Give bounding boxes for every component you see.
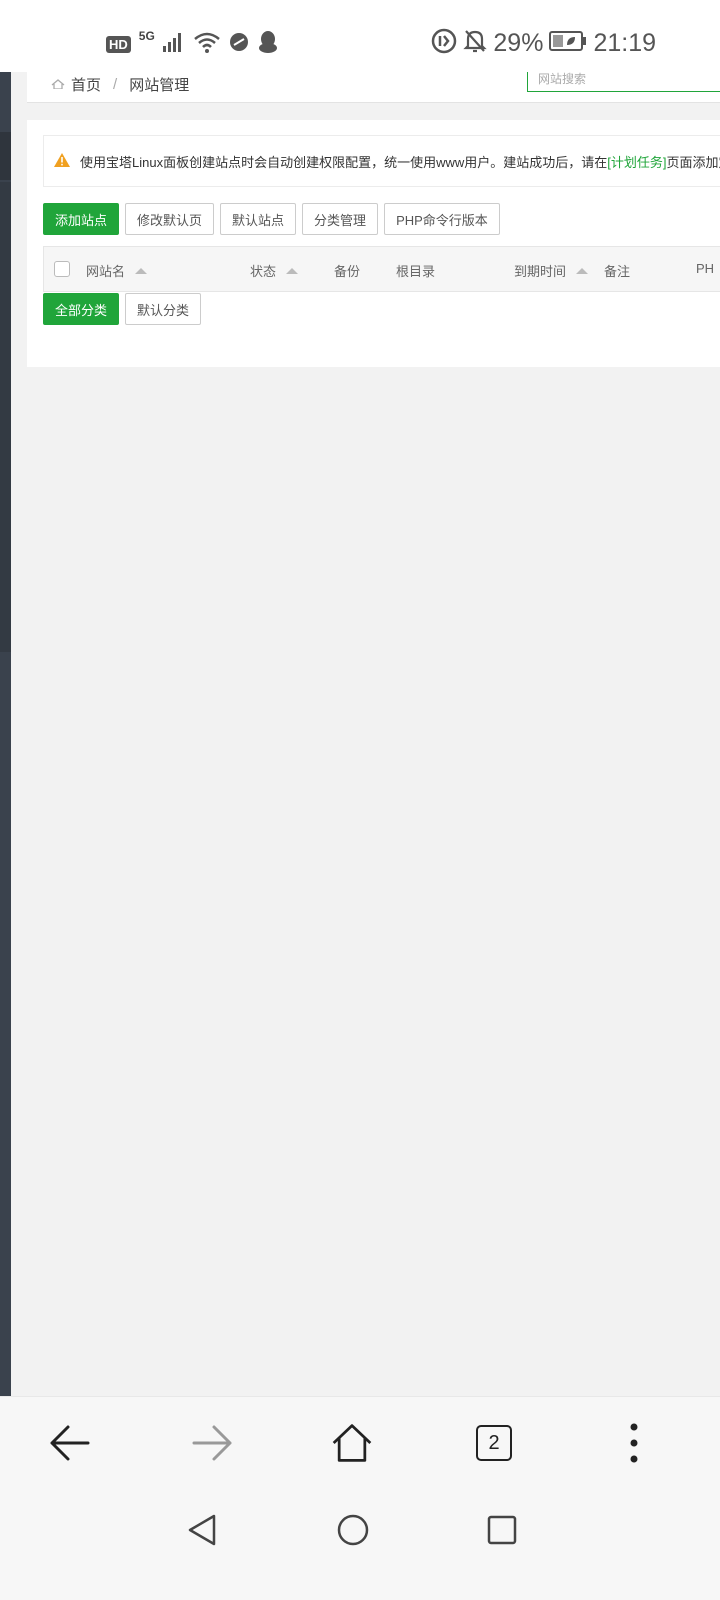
- network-type: 5G: [138, 29, 155, 43]
- back-button[interactable]: [48, 1421, 92, 1465]
- status-bar: HD 5G 29% 21:19: [0, 0, 720, 72]
- battery-percent: 29%: [493, 28, 544, 57]
- qq-icon: [257, 30, 279, 58]
- col-site-name-label: 网站名: [86, 264, 126, 279]
- site-toolbar: 添加站点 修改默认页 默认站点 分类管理 PHP命令行版本: [43, 203, 500, 235]
- sidebar-menu-section: [0, 182, 11, 652]
- all-categories-button[interactable]: 全部分类: [43, 293, 120, 325]
- nav-home-button[interactable]: [333, 1510, 373, 1550]
- wifi-icon: [193, 31, 221, 57]
- data-saver-icon: [431, 28, 457, 58]
- default-category-button[interactable]: 默认分类: [125, 293, 202, 325]
- system-nav-bar: [0, 1488, 720, 1600]
- select-all-checkbox[interactable]: [54, 261, 70, 277]
- notice-text: 使用宝塔Linux面板创建站点时会自动创建权限配置，统一使用www用户。建站成功…: [80, 154, 608, 170]
- col-php-label: PH: [696, 261, 715, 276]
- col-expire-time[interactable]: 到期时间: [514, 261, 589, 280]
- mute-bell-icon: [463, 28, 488, 58]
- status-right: 29% 21:19: [431, 28, 656, 58]
- battery-icon: [549, 31, 587, 55]
- site-table-header: 网站名 状态 备份 根目录 到期时间 备注 PH: [43, 246, 720, 292]
- sidebar-active-item[interactable]: [0, 132, 11, 180]
- col-status[interactable]: 状态: [250, 261, 299, 280]
- sort-asc-icon[interactable]: [135, 267, 148, 274]
- nav-recents-button[interactable]: [482, 1510, 522, 1550]
- status-left: HD 5G: [106, 29, 279, 58]
- category-filter: 全部分类 默认分类: [43, 293, 202, 325]
- php-cli-version-button[interactable]: PHP命令行版本: [384, 203, 500, 235]
- breadcrumb: 首页 / 网站管理: [51, 74, 189, 95]
- permission-notice: 使用宝塔Linux面板创建站点时会自动创建权限配置，统一使用www用户。建站成功…: [43, 135, 720, 187]
- notice-text-tail: 页面添加定: [666, 154, 720, 170]
- more-vertical-icon: [630, 1423, 638, 1463]
- breadcrumb-home[interactable]: 首页: [71, 74, 101, 95]
- col-remark-label: 备注: [604, 264, 631, 279]
- col-status-label: 状态: [250, 264, 277, 279]
- breadcrumb-separator: /: [113, 76, 118, 93]
- add-site-button[interactable]: 添加站点: [43, 203, 120, 235]
- triangle-back-icon: [188, 1514, 216, 1546]
- browser-toolbar: 2: [0, 1396, 720, 1488]
- default-site-button[interactable]: 默认站点: [220, 203, 297, 235]
- square-recents-icon: [487, 1515, 517, 1545]
- tabs-button[interactable]: 2: [472, 1421, 516, 1465]
- breadcrumb-bar: 首页 / 网站管理 网站搜索: [27, 72, 720, 103]
- home-icon: [332, 1424, 372, 1462]
- col-expire-time-label: 到期时间: [514, 264, 567, 279]
- site-search-input[interactable]: 网站搜索: [527, 72, 720, 92]
- category-manage-button[interactable]: 分类管理: [302, 203, 379, 235]
- sort-asc-icon[interactable]: [286, 267, 299, 274]
- forward-button[interactable]: [190, 1421, 234, 1465]
- breadcrumb-current: 网站管理: [129, 77, 190, 94]
- site-management-panel: 使用宝塔Linux面板创建站点时会自动创建权限配置，统一使用www用户。建站成功…: [27, 120, 720, 367]
- nav-back-button[interactable]: [182, 1510, 222, 1550]
- home-icon: [51, 76, 65, 93]
- clock: 21:19: [593, 28, 656, 57]
- col-remark: 备注: [604, 261, 630, 280]
- edit-default-page-button[interactable]: 修改默认页: [125, 203, 215, 235]
- cron-task-link[interactable]: [计划任务]: [607, 152, 666, 171]
- col-root-dir-label: 根目录: [396, 264, 436, 279]
- circle-home-icon: [337, 1514, 369, 1546]
- warning-icon: [54, 152, 70, 170]
- col-backup-label: 备份: [334, 264, 361, 279]
- col-backup: 备份: [334, 261, 360, 280]
- arrow-left-icon: [50, 1425, 90, 1461]
- hd-badge: HD: [106, 35, 131, 53]
- arrow-right-icon: [192, 1425, 232, 1461]
- signal-icon: [162, 32, 185, 56]
- col-root-dir: 根目录: [396, 261, 435, 280]
- sidebar-edge[interactable]: [0, 72, 11, 1424]
- tab-count: 2: [476, 1425, 512, 1461]
- col-site-name[interactable]: 网站名: [86, 261, 148, 280]
- col-php: PH: [696, 261, 714, 276]
- sort-asc-icon[interactable]: [576, 267, 589, 274]
- menu-button[interactable]: [612, 1421, 656, 1465]
- home-button[interactable]: [330, 1421, 374, 1465]
- app-notification-icon: [229, 32, 249, 56]
